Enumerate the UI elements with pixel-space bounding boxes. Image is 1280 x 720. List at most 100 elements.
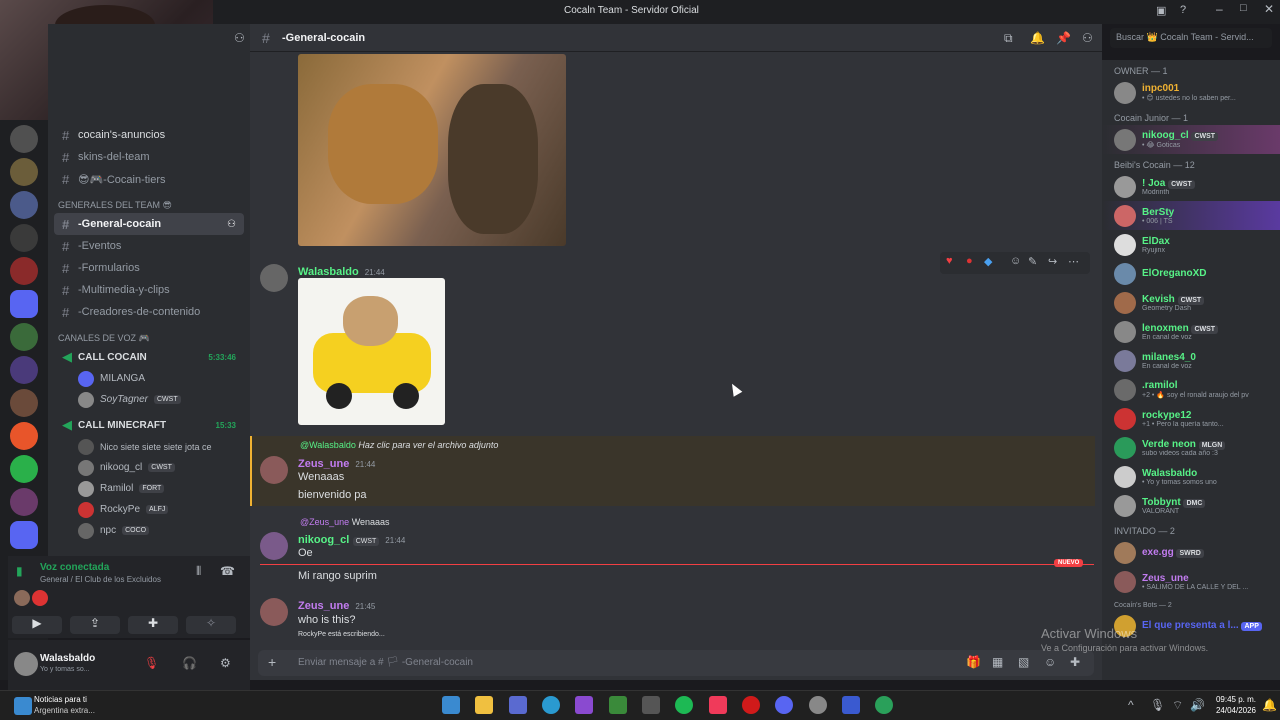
voice-user[interactable]: nikoog_cl CWST <box>48 457 250 478</box>
chrome-icon[interactable] <box>808 696 827 714</box>
wifi-icon[interactable]: ⌔ <box>1172 698 1183 713</box>
search-input[interactable]: Buscar 👑 Cocaln Team - Servid... <box>1110 28 1272 48</box>
inbox-icon[interactable]: ▣ <box>1156 4 1166 17</box>
voice-location[interactable]: General / El Club de los Excluidos <box>40 575 161 584</box>
channel-item[interactable]: # cocain's-anuncios <box>54 124 244 146</box>
camera-button[interactable]: ▶ <box>12 616 62 634</box>
member-item[interactable]: Tobbynt DMC VALORANT <box>1102 491 1280 520</box>
voice-channel-call-cocain[interactable]: ◀ CALL COCAIN 5:33:46 <box>54 346 244 368</box>
apple-reaction-icon[interactable]: ● <box>966 255 973 267</box>
discord-icon[interactable] <box>775 696 794 714</box>
member-item[interactable]: inpc001 • 😊 ustedes no lo saben per... <box>1102 78 1280 107</box>
edit-icon[interactable]: ✎ <box>1028 255 1037 268</box>
voice-user[interactable]: npc COCO <box>48 520 250 541</box>
message-input[interactable]: Enviar mensaje a # 🏳 -General-cocain <box>298 657 473 668</box>
server-icon[interactable] <box>10 455 38 483</box>
category-general[interactable]: GENERALES DEL TEAM 😎 <box>48 190 250 213</box>
sticker-icon[interactable]: ▧ <box>1018 655 1029 669</box>
emoji-icon[interactable]: ☺ <box>1044 655 1056 669</box>
avatar[interactable] <box>260 264 288 292</box>
server-icon[interactable] <box>10 389 38 417</box>
reply-preview[interactable]: @Walasbaldo Haz clic para ver el archivo… <box>300 440 498 450</box>
image-attachment-lion-monkey[interactable] <box>298 54 566 246</box>
volume-icon[interactable]: 🔊 <box>1190 698 1205 712</box>
member-item[interactable]: ! Joa CWST Modrinth <box>1102 172 1280 201</box>
server-icon[interactable] <box>10 191 38 219</box>
screen-share-button[interactable]: ⇪ <box>70 616 120 634</box>
heart-reaction-icon[interactable]: ♥ <box>946 255 953 267</box>
add-member-icon[interactable]: ⚇ <box>227 219 236 230</box>
diamond-reaction-icon[interactable]: ◆ <box>984 255 992 268</box>
reply-preview[interactable]: @Zeus_une Wenaaas <box>300 517 390 527</box>
noise-icon[interactable]: ⦀ <box>196 564 201 579</box>
server-icon[interactable] <box>10 125 38 153</box>
voice-user[interactable]: SoyTagner CWST <box>48 389 250 410</box>
attach-plus-icon[interactable]: + <box>268 654 276 670</box>
channel-item[interactable]: # -Formularios <box>54 257 244 279</box>
folder-icon[interactable] <box>10 290 38 318</box>
mute-icon[interactable]: 🎙 <box>144 656 159 670</box>
author-name[interactable]: Walasbaldo <box>298 266 359 278</box>
close-button[interactable]: ✕ <box>1264 2 1274 16</box>
visual-studio-icon[interactable] <box>575 696 594 714</box>
threads-icon[interactable]: ⚇ <box>234 31 245 45</box>
avatar[interactable] <box>260 598 288 626</box>
member-item[interactable]: ElDax Ryujinx <box>1102 230 1280 259</box>
channel-item[interactable]: # -Multimedia-y-clips <box>54 279 244 301</box>
reply-icon[interactable]: ↪ <box>1048 255 1057 268</box>
server-icon[interactable] <box>10 257 38 285</box>
server-icon[interactable] <box>10 158 38 186</box>
avatar[interactable] <box>260 532 288 560</box>
members-icon[interactable]: ⚇ <box>1082 31 1093 45</box>
voice-user[interactable]: Ramilol FORT <box>48 478 250 499</box>
member-item[interactable]: milanes4_0 En canal de voz <box>1102 346 1280 375</box>
gift-icon[interactable]: 🎁 <box>966 655 981 669</box>
opera-icon[interactable] <box>742 696 761 714</box>
image-attachment-cat-car[interactable] <box>298 278 445 425</box>
pin-icon[interactable]: 📌 <box>1056 31 1071 45</box>
avatar[interactable] <box>260 456 288 484</box>
channel-item[interactable]: # skins-del-team <box>54 146 244 168</box>
spotify-icon[interactable] <box>675 696 694 714</box>
clock-date[interactable]: 24/04/2026 <box>1212 706 1256 715</box>
server-icon[interactable] <box>10 488 38 516</box>
user-avatar[interactable] <box>14 652 38 676</box>
member-item[interactable]: exe.gg SWRD <box>1102 538 1280 567</box>
server-icon[interactable] <box>10 224 38 252</box>
windows-start-icon[interactable] <box>442 696 460 714</box>
more-icon[interactable]: ⋯ <box>1068 255 1079 268</box>
maximize-button[interactable]: □ <box>1240 2 1247 14</box>
add-reaction-icon[interactable]: ☺ <box>1010 255 1021 267</box>
voice-user[interactable]: RockyPe ALFJ <box>48 499 250 520</box>
gif-icon[interactable]: ▦ <box>992 655 1003 669</box>
voice-user[interactable]: Nico siete siete siete jota ce <box>48 436 250 457</box>
notification-bell-icon[interactable]: 🔔 <box>1262 698 1277 712</box>
voice-channel-call-minecraft[interactable]: ◀ CALL MINECRAFT 15:33 <box>54 414 244 436</box>
server-icon[interactable] <box>10 356 38 384</box>
weather-icon[interactable] <box>14 697 32 715</box>
disconnect-icon[interactable]: ☎ <box>220 564 235 578</box>
member-item[interactable]: .ramilol +2 • 🔥 soy el ronald araujo del … <box>1102 375 1280 404</box>
chevron-up-icon[interactable]: ^ <box>1128 698 1134 712</box>
app-icon[interactable] <box>842 696 861 714</box>
news-title[interactable]: Noticias para ti <box>34 695 87 704</box>
member-item[interactable]: Verde neon MLGN subo videos cada año :3 <box>1102 433 1280 462</box>
file-explorer-icon[interactable] <box>475 696 494 714</box>
channel-item-active[interactable]: # -General-cocain ⚇ <box>54 213 244 235</box>
member-item[interactable]: lenoxmen CWST En canal de voz <box>1102 317 1280 346</box>
member-item[interactable]: Kevish CWST Geometry Dash <box>1102 288 1280 317</box>
member-item[interactable]: rockype12 +1 • Pero la quería tanto... <box>1102 404 1280 433</box>
member-item[interactable]: nikoog_cl CWST • 😂 Goticas <box>1102 125 1280 154</box>
activities-button[interactable]: ✚ <box>128 616 178 634</box>
settings-icon[interactable]: ⚙ <box>220 656 231 670</box>
member-item[interactable]: ElOreganoXD <box>1102 259 1280 288</box>
store-icon[interactable] <box>642 696 661 714</box>
member-item[interactable]: Walasbaldo • Yo y tomas somos uno <box>1102 462 1280 491</box>
member-item[interactable]: Zeus_une • SALIMO DE LA CALLE Y DEL ... <box>1102 567 1280 596</box>
bell-icon[interactable]: 🔔 <box>1030 31 1045 45</box>
help-icon[interactable]: ? <box>1180 4 1186 16</box>
server-icon[interactable] <box>10 323 38 351</box>
voice-user[interactable]: MILANGA <box>48 368 250 389</box>
folder-icon[interactable] <box>10 521 38 549</box>
minecraft-icon[interactable] <box>608 696 627 714</box>
